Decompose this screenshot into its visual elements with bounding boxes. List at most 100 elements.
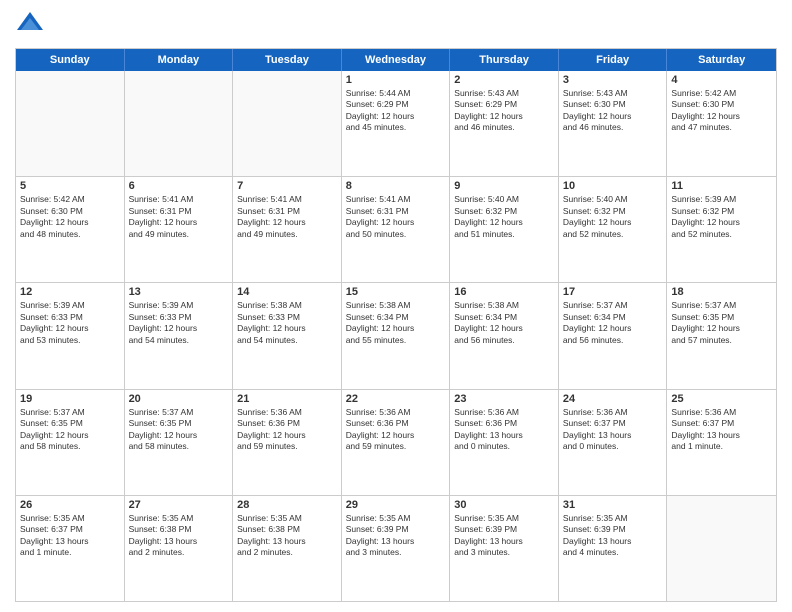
day-info: Sunrise: 5:35 AM Sunset: 6:39 PM Dayligh…: [346, 513, 446, 559]
day-info: Sunrise: 5:36 AM Sunset: 6:36 PM Dayligh…: [346, 407, 446, 453]
calendar-row-2: 5 Sunrise: 5:42 AM Sunset: 6:30 PM Daylig…: [16, 177, 776, 283]
empty-cell: [667, 496, 776, 601]
day-cell-29: 29 Sunrise: 5:35 AM Sunset: 6:39 PM Dayli…: [342, 496, 451, 601]
day-info: Sunrise: 5:42 AM Sunset: 6:30 PM Dayligh…: [671, 88, 772, 134]
day-number: 2: [454, 74, 554, 86]
empty-cell: [16, 71, 125, 176]
calendar: SundayMondayTuesdayWednesdayThursdayFrid…: [15, 48, 777, 602]
day-info: Sunrise: 5:35 AM Sunset: 6:39 PM Dayligh…: [454, 513, 554, 559]
day-info: Sunrise: 5:37 AM Sunset: 6:35 PM Dayligh…: [129, 407, 229, 453]
day-cell-11: 11 Sunrise: 5:39 AM Sunset: 6:32 PM Dayli…: [667, 177, 776, 282]
day-number: 28: [237, 499, 337, 511]
day-number: 11: [671, 180, 772, 192]
day-cell-3: 3 Sunrise: 5:43 AM Sunset: 6:30 PM Daylig…: [559, 71, 668, 176]
day-number: 26: [20, 499, 120, 511]
day-cell-23: 23 Sunrise: 5:36 AM Sunset: 6:36 PM Dayli…: [450, 390, 559, 495]
day-number: 1: [346, 74, 446, 86]
page: SundayMondayTuesdayWednesdayThursdayFrid…: [0, 0, 792, 612]
header-day-saturday: Saturday: [667, 49, 776, 71]
day-number: 4: [671, 74, 772, 86]
header-day-thursday: Thursday: [450, 49, 559, 71]
day-cell-9: 9 Sunrise: 5:40 AM Sunset: 6:32 PM Daylig…: [450, 177, 559, 282]
calendar-row-4: 19Sunrise: 5:37 AM Sunset: 6:35 PM Dayli…: [16, 390, 776, 496]
header-day-sunday: Sunday: [16, 49, 125, 71]
day-cell-10: 10 Sunrise: 5:40 AM Sunset: 6:32 PM Dayli…: [559, 177, 668, 282]
logo: [15, 10, 49, 40]
day-number: 7: [237, 180, 337, 192]
day-cell-21: 21 Sunrise: 5:36 AM Sunset: 6:36 PM Dayli…: [233, 390, 342, 495]
day-info: Sunrise: 5:43 AM Sunset: 6:29 PM Dayligh…: [454, 88, 554, 134]
day-info: Sunrise: 5:44 AM Sunset: 6:29 PM Dayligh…: [346, 88, 446, 134]
day-info: Sunrise: 5:39 AM Sunset: 6:32 PM Dayligh…: [671, 194, 772, 240]
day-number: 20: [129, 393, 229, 405]
day-number: 5: [20, 180, 120, 192]
day-info: Sunrise: 5:41 AM Sunset: 6:31 PM Dayligh…: [237, 194, 337, 240]
day-number: 29: [346, 499, 446, 511]
calendar-header: SundayMondayTuesdayWednesdayThursdayFrid…: [16, 49, 776, 71]
day-info: Sunrise: 5:40 AM Sunset: 6:32 PM Dayligh…: [563, 194, 663, 240]
day-info: Sunrise: 5:36 AM Sunset: 6:36 PM Dayligh…: [237, 407, 337, 453]
day-info: Sunrise: 5:36 AM Sunset: 6:37 PM Dayligh…: [563, 407, 663, 453]
day-cell-18: 18 Sunrise: 5:37 AM Sunset: 6:35 PM Dayli…: [667, 283, 776, 388]
day-cell-14: 14 Sunrise: 5:38 AM Sunset: 6:33 PM Dayli…: [233, 283, 342, 388]
day-info: Sunrise: 5:35 AM Sunset: 6:39 PM Dayligh…: [563, 513, 663, 559]
calendar-row-3: 12 Sunrise: 5:39 AM Sunset: 6:33 PM Dayli…: [16, 283, 776, 389]
day-number: 30: [454, 499, 554, 511]
logo-icon: [15, 10, 45, 40]
day-cell-4: 4 Sunrise: 5:42 AM Sunset: 6:30 PM Daylig…: [667, 71, 776, 176]
day-number: 12: [20, 286, 120, 298]
day-info: Sunrise: 5:38 AM Sunset: 6:34 PM Dayligh…: [454, 300, 554, 346]
day-cell-8: 8 Sunrise: 5:41 AM Sunset: 6:31 PM Daylig…: [342, 177, 451, 282]
empty-cell: [233, 71, 342, 176]
day-info: Sunrise: 5:35 AM Sunset: 6:38 PM Dayligh…: [237, 513, 337, 559]
day-number: 8: [346, 180, 446, 192]
day-number: 14: [237, 286, 337, 298]
calendar-body: 1 Sunrise: 5:44 AM Sunset: 6:29 PM Daylig…: [16, 71, 776, 601]
day-number: 24: [563, 393, 663, 405]
day-number: 10: [563, 180, 663, 192]
day-cell-5: 5 Sunrise: 5:42 AM Sunset: 6:30 PM Daylig…: [16, 177, 125, 282]
calendar-row-5: 26 Sunrise: 5:35 AM Sunset: 6:37 PM Dayli…: [16, 496, 776, 601]
header: [15, 10, 777, 40]
day-info: Sunrise: 5:39 AM Sunset: 6:33 PM Dayligh…: [129, 300, 229, 346]
day-number: 3: [563, 74, 663, 86]
day-info: Sunrise: 5:41 AM Sunset: 6:31 PM Dayligh…: [346, 194, 446, 240]
day-cell-6: 6Sunrise: 5:41 AM Sunset: 6:31 PM Daylig…: [125, 177, 234, 282]
day-cell-30: 30 Sunrise: 5:35 AM Sunset: 6:39 PM Dayli…: [450, 496, 559, 601]
day-number: 23: [454, 393, 554, 405]
day-info: Sunrise: 5:39 AM Sunset: 6:33 PM Dayligh…: [20, 300, 120, 346]
day-cell-2: 2 Sunrise: 5:43 AM Sunset: 6:29 PM Daylig…: [450, 71, 559, 176]
day-cell-16: 16 Sunrise: 5:38 AM Sunset: 6:34 PM Dayli…: [450, 283, 559, 388]
day-cell-7: 7 Sunrise: 5:41 AM Sunset: 6:31 PM Daylig…: [233, 177, 342, 282]
day-info: Sunrise: 5:36 AM Sunset: 6:36 PM Dayligh…: [454, 407, 554, 453]
day-cell-24: 24 Sunrise: 5:36 AM Sunset: 6:37 PM Dayli…: [559, 390, 668, 495]
day-info: Sunrise: 5:37 AM Sunset: 6:35 PM Dayligh…: [671, 300, 772, 346]
day-info: Sunrise: 5:38 AM Sunset: 6:33 PM Dayligh…: [237, 300, 337, 346]
day-cell-20: 20 Sunrise: 5:37 AM Sunset: 6:35 PM Dayli…: [125, 390, 234, 495]
day-number: 18: [671, 286, 772, 298]
day-info: Sunrise: 5:37 AM Sunset: 6:35 PM Dayligh…: [20, 407, 120, 453]
day-number: 21: [237, 393, 337, 405]
day-info: Sunrise: 5:43 AM Sunset: 6:30 PM Dayligh…: [563, 88, 663, 134]
day-number: 15: [346, 286, 446, 298]
day-info: Sunrise: 5:35 AM Sunset: 6:37 PM Dayligh…: [20, 513, 120, 559]
day-number: 13: [129, 286, 229, 298]
header-day-tuesday: Tuesday: [233, 49, 342, 71]
day-info: Sunrise: 5:37 AM Sunset: 6:34 PM Dayligh…: [563, 300, 663, 346]
day-info: Sunrise: 5:40 AM Sunset: 6:32 PM Dayligh…: [454, 194, 554, 240]
day-cell-26: 26 Sunrise: 5:35 AM Sunset: 6:37 PM Dayli…: [16, 496, 125, 601]
day-number: 9: [454, 180, 554, 192]
day-number: 6: [129, 180, 229, 192]
day-number: 25: [671, 393, 772, 405]
calendar-row-1: 1 Sunrise: 5:44 AM Sunset: 6:29 PM Daylig…: [16, 71, 776, 177]
day-cell-15: 15 Sunrise: 5:38 AM Sunset: 6:34 PM Dayli…: [342, 283, 451, 388]
day-info: Sunrise: 5:42 AM Sunset: 6:30 PM Dayligh…: [20, 194, 120, 240]
day-cell-25: 25Sunrise: 5:36 AM Sunset: 6:37 PM Dayli…: [667, 390, 776, 495]
day-number: 22: [346, 393, 446, 405]
header-day-wednesday: Wednesday: [342, 49, 451, 71]
day-cell-28: 28 Sunrise: 5:35 AM Sunset: 6:38 PM Dayli…: [233, 496, 342, 601]
day-number: 16: [454, 286, 554, 298]
day-cell-22: 22 Sunrise: 5:36 AM Sunset: 6:36 PM Dayli…: [342, 390, 451, 495]
day-number: 17: [563, 286, 663, 298]
day-info: Sunrise: 5:38 AM Sunset: 6:34 PM Dayligh…: [346, 300, 446, 346]
